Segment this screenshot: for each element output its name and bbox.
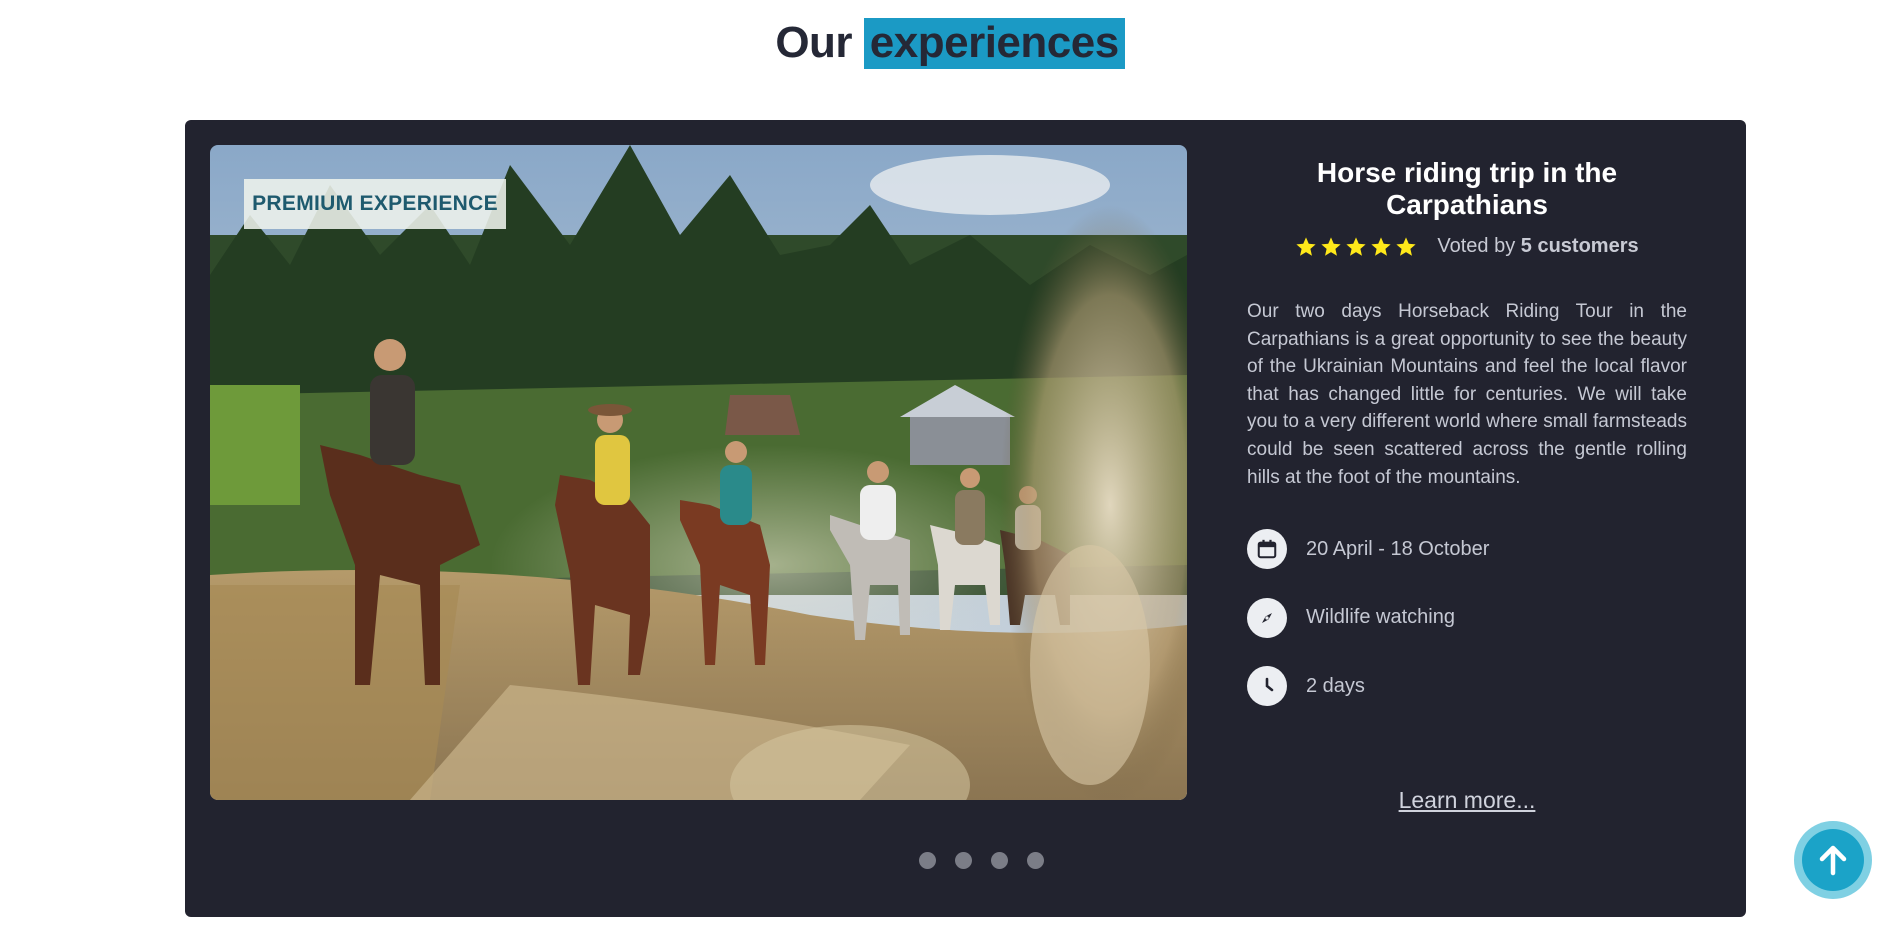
fact-activity-text: Wildlife watching	[1306, 606, 1455, 629]
carousel-dot[interactable]	[991, 852, 1008, 869]
star-icon	[1371, 236, 1391, 256]
experience-title: Horse riding trip in the Carpathians	[1316, 157, 1618, 220]
section-title-plain: Our	[775, 18, 853, 67]
calendar-icon	[1247, 529, 1287, 570]
experience-description: Our two days Horseback Riding Tour in th…	[1247, 301, 1687, 488]
experience-facts: 20 April - 18 October Wildlife watching …	[1247, 529, 1687, 707]
carousel-dot[interactable]	[1027, 852, 1044, 869]
scroll-to-top-inner	[1802, 829, 1864, 891]
star-icon	[1296, 236, 1316, 256]
carousel-dot[interactable]	[919, 852, 936, 869]
rating-stars	[1295, 236, 1417, 258]
star-icon	[1321, 236, 1341, 256]
experience-info: Horse riding trip in the Carpathians Vot…	[1247, 145, 1687, 813]
scroll-to-top-button[interactable]	[1794, 821, 1872, 899]
fact-dates: 20 April - 18 October	[1247, 529, 1687, 570]
compass-icon	[1247, 597, 1287, 638]
fact-activity: Wildlife watching	[1247, 597, 1687, 638]
section-title-highlight: experiences	[863, 18, 1125, 69]
premium-badge: PREMIUM EXPERIENCE	[244, 179, 506, 229]
voted-count: 5 customers	[1520, 235, 1639, 257]
rating-row: Voted by 5 customers	[1247, 235, 1687, 258]
fact-duration: 2 days	[1247, 666, 1687, 707]
fact-duration-text: 2 days	[1306, 674, 1365, 697]
section-title: Our experiences	[0, 18, 1900, 69]
horse-riding-photo	[210, 145, 1187, 800]
voted-text: Voted by 5 customers	[1437, 235, 1638, 258]
star-icon	[1396, 236, 1416, 256]
learn-more-link[interactable]: Learn more...	[1399, 787, 1536, 813]
star-icon	[1346, 236, 1366, 256]
experience-photo: PREMIUM EXPERIENCE	[210, 145, 1187, 800]
arrow-up-icon	[1819, 845, 1847, 876]
learn-more-wrap: Learn more...	[1247, 787, 1687, 814]
clock-icon	[1247, 666, 1287, 707]
carousel-dot[interactable]	[955, 852, 972, 869]
carousel-dots	[185, 852, 1746, 869]
experience-card: PREMIUM EXPERIENCE Horse riding trip in …	[185, 120, 1746, 917]
voted-prefix: Voted by	[1437, 235, 1516, 257]
fact-dates-text: 20 April - 18 October	[1306, 537, 1490, 560]
